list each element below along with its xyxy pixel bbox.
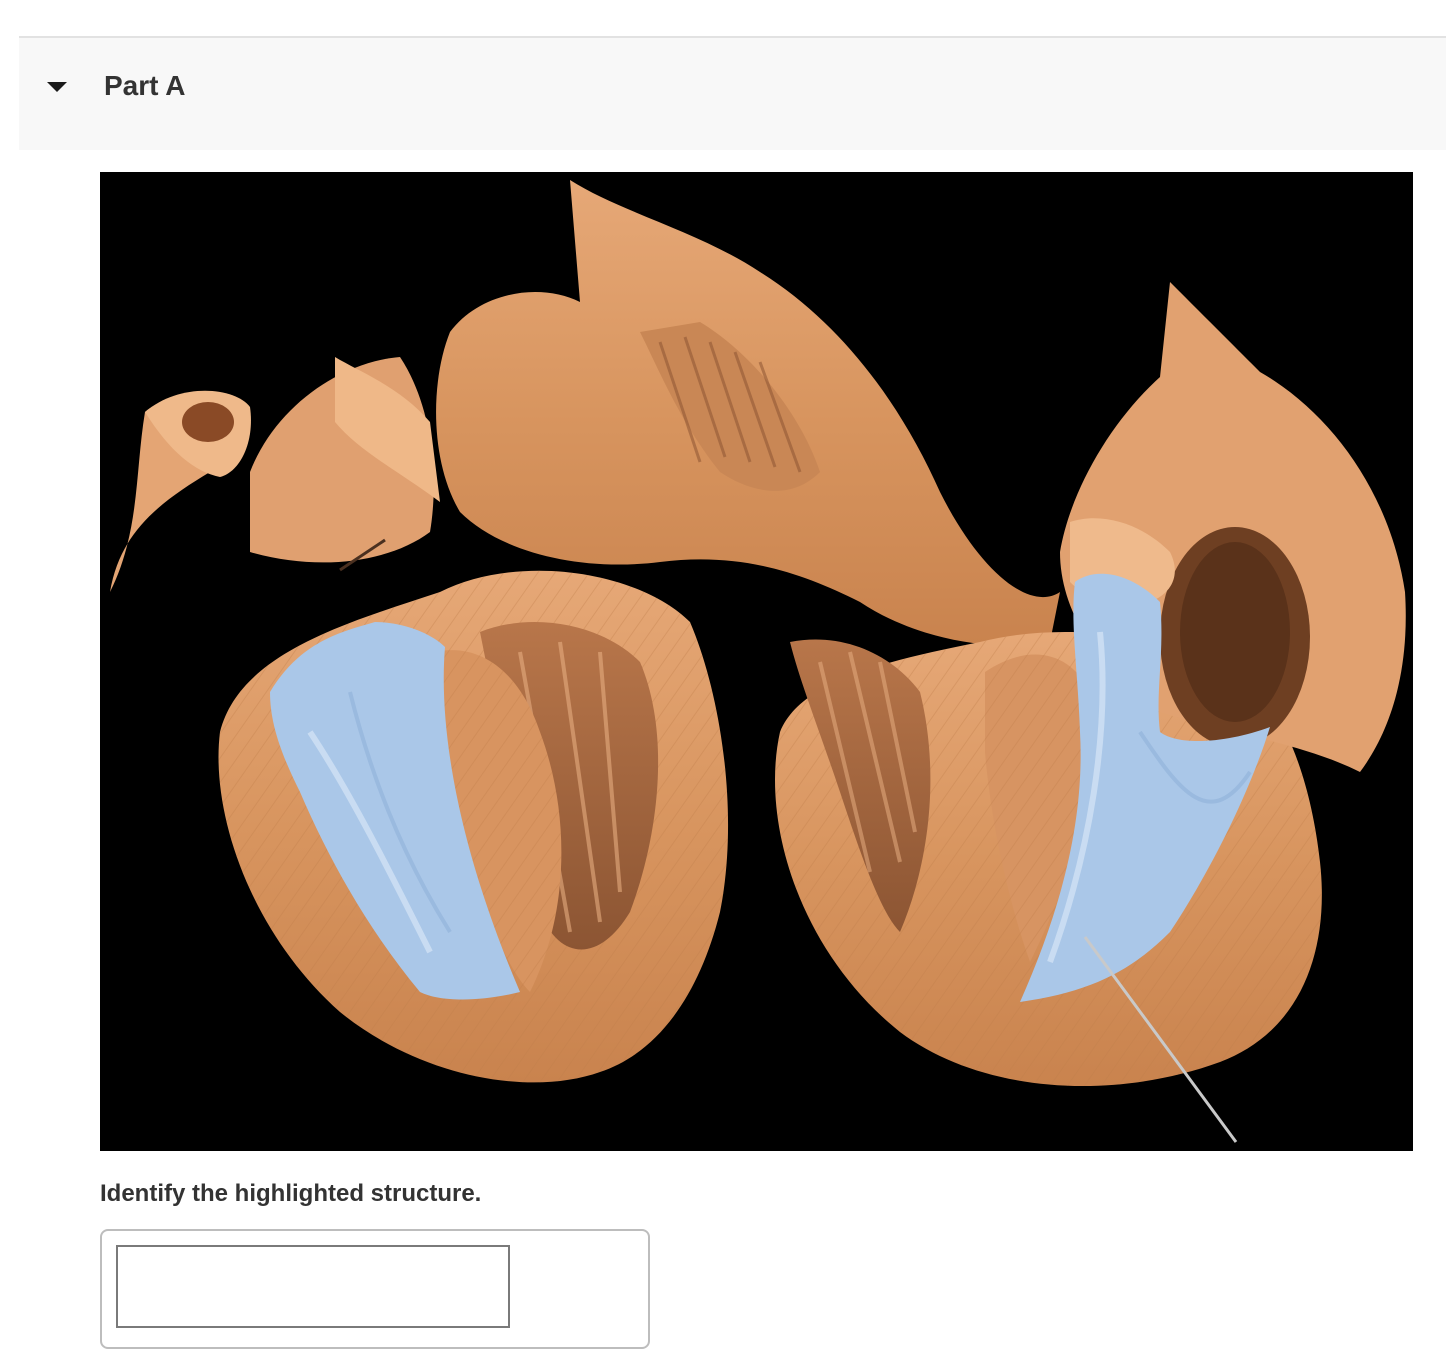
part-title: Part A <box>104 70 186 101</box>
answer-input[interactable] <box>116 1245 510 1328</box>
part-header: Part A <box>19 36 1446 150</box>
question-prompt: Identify the highlighted structure. <box>100 1180 482 1207</box>
heart-dissection-image <box>100 172 1413 1151</box>
answer-container <box>100 1229 650 1349</box>
caret-down-icon[interactable] <box>43 74 71 98</box>
